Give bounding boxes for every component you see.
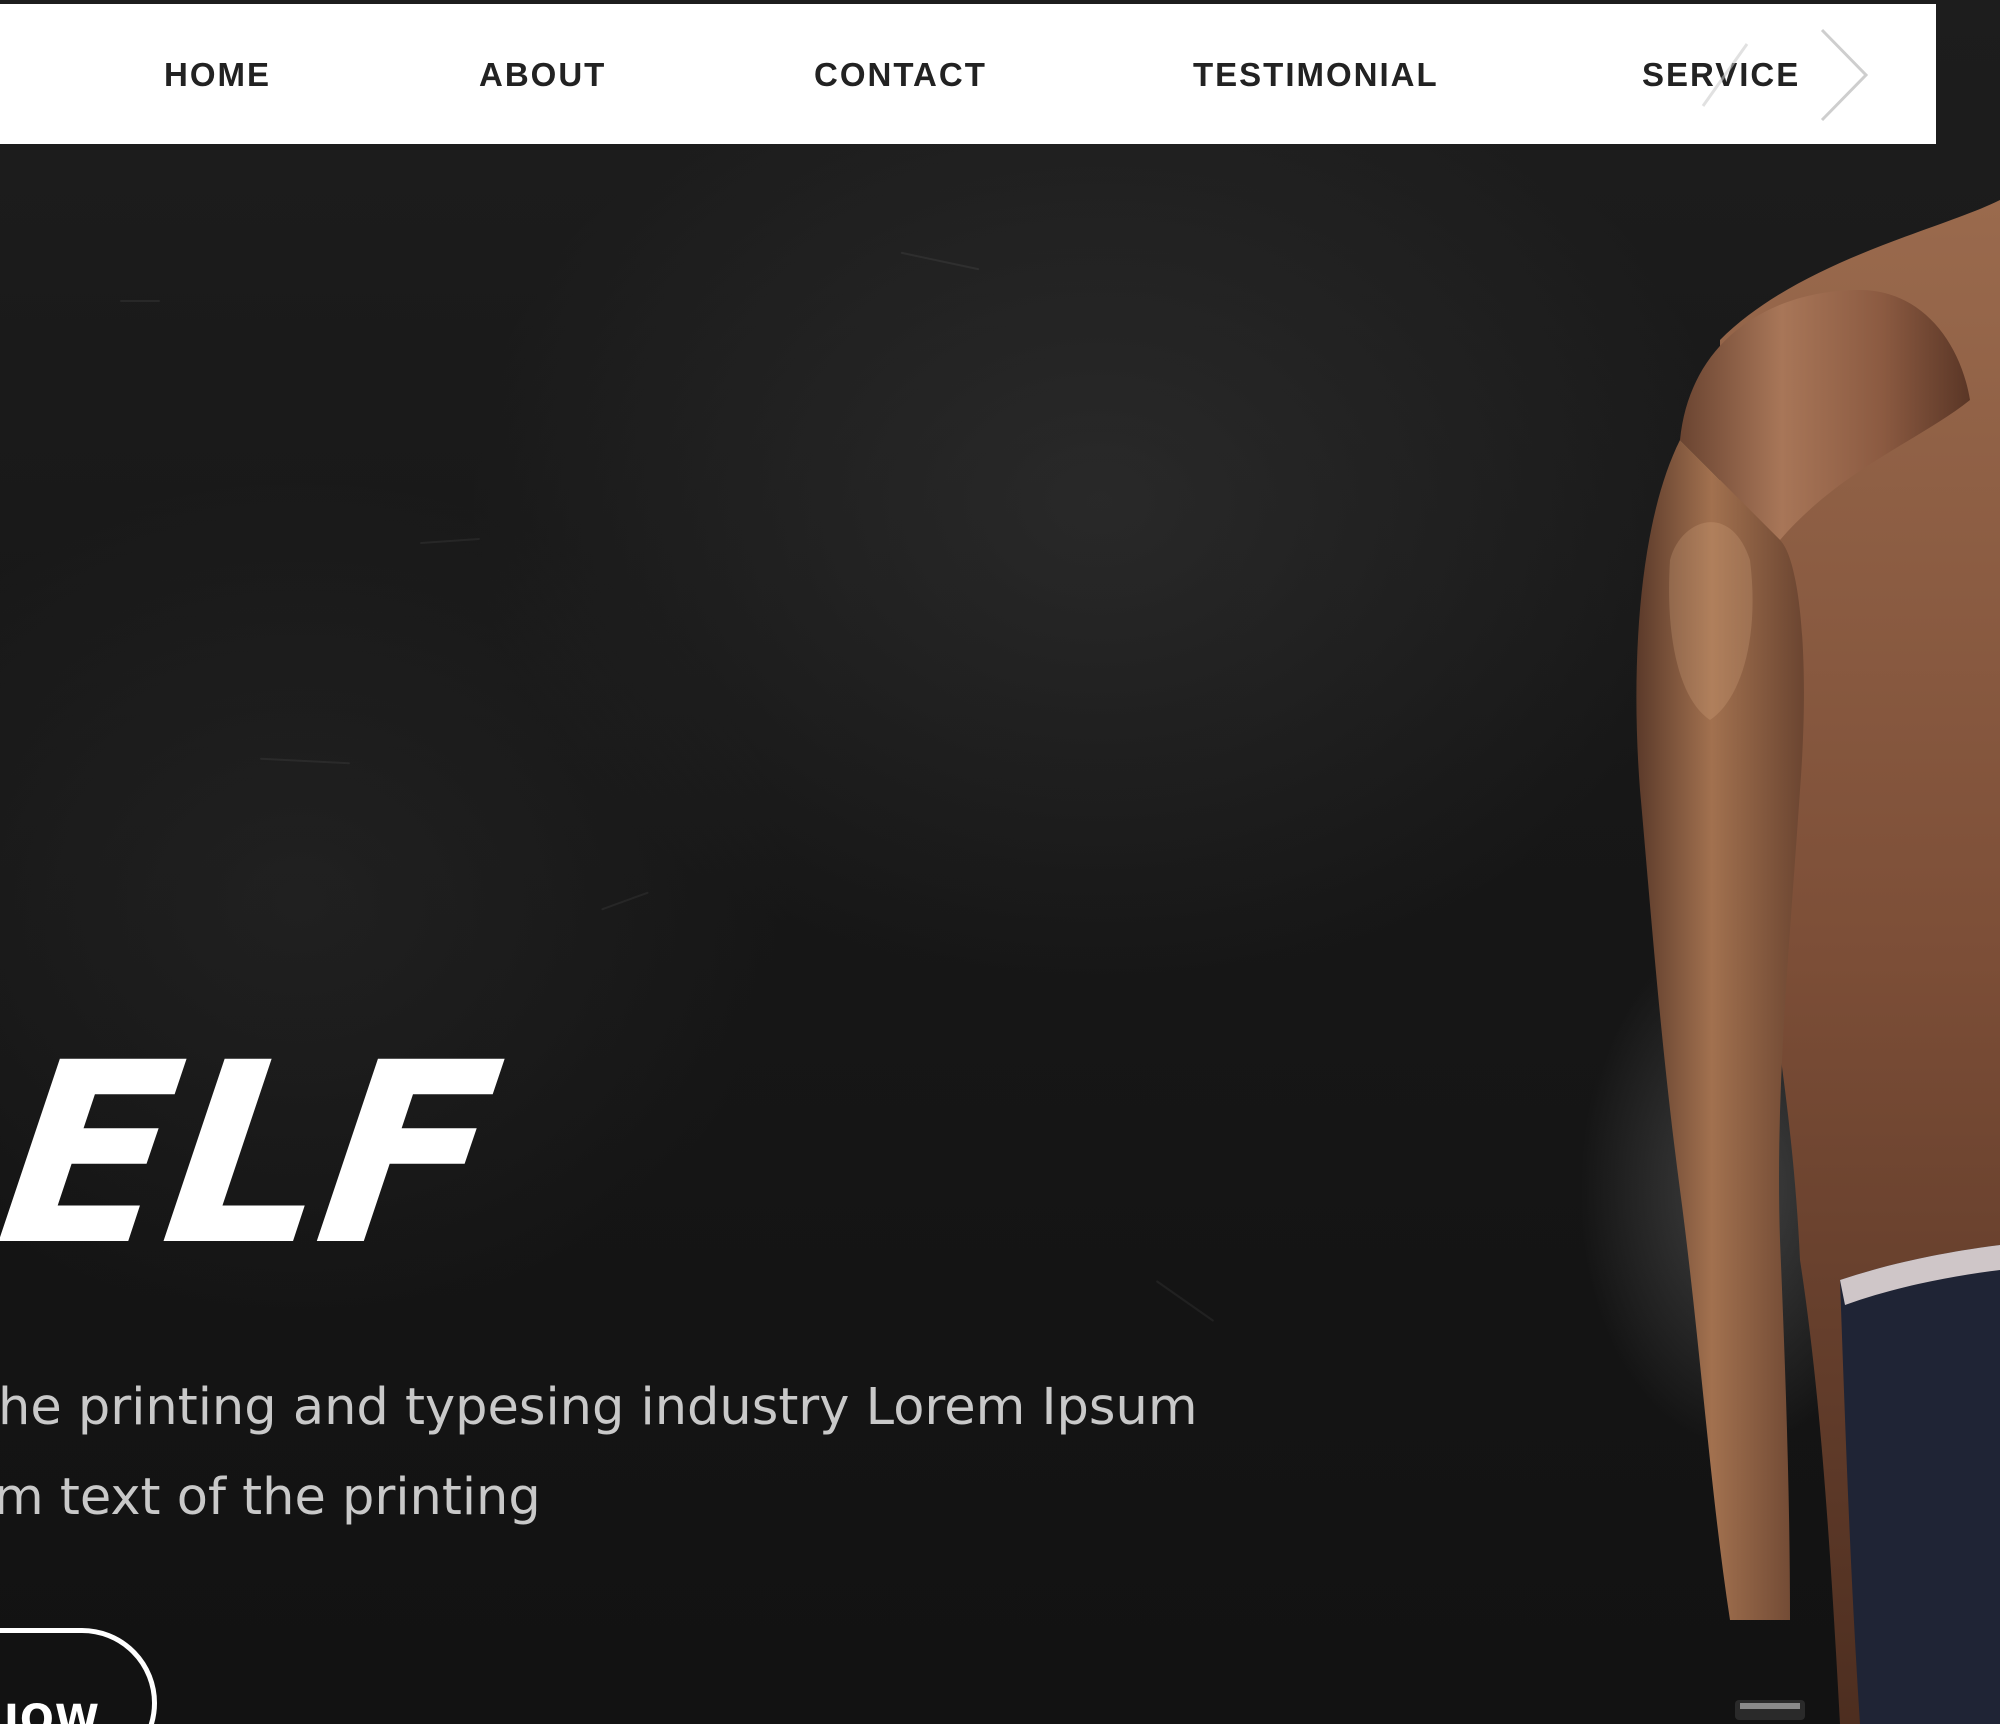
hero-page: HOME ABOUT CONTACT TESTIMONIAL SERVICE E… <box>0 0 2000 1724</box>
background-texture <box>420 537 480 545</box>
nav-item-home[interactable]: HOME <box>164 56 271 94</box>
top-navbar: HOME ABOUT CONTACT TESTIMONIAL SERVICE <box>0 4 1936 144</box>
hero-cta-label: IOW <box>4 1696 101 1724</box>
chevron-left-icon[interactable] <box>1695 40 1755 110</box>
hero-description-line-2: m text of the printing <box>0 1468 541 1527</box>
hero-title: ELF <box>0 1009 509 1300</box>
chevron-right-icon[interactable] <box>1816 28 1872 122</box>
background-texture <box>601 891 649 911</box>
hero-athlete-image <box>1540 140 2000 1724</box>
hero-cta-button[interactable]: IOW <box>0 1628 157 1724</box>
nav-item-contact[interactable]: CONTACT <box>814 56 987 94</box>
background-texture <box>260 757 350 765</box>
hero-description-line-1: he printing and typesing industry Lorem … <box>0 1378 1198 1437</box>
nav-item-testimonial[interactable]: TESTIMONIAL <box>1193 56 1439 94</box>
background-texture <box>120 300 160 302</box>
nav-item-about[interactable]: ABOUT <box>479 56 606 94</box>
background-texture <box>900 251 980 271</box>
background-texture <box>1155 1280 1215 1322</box>
